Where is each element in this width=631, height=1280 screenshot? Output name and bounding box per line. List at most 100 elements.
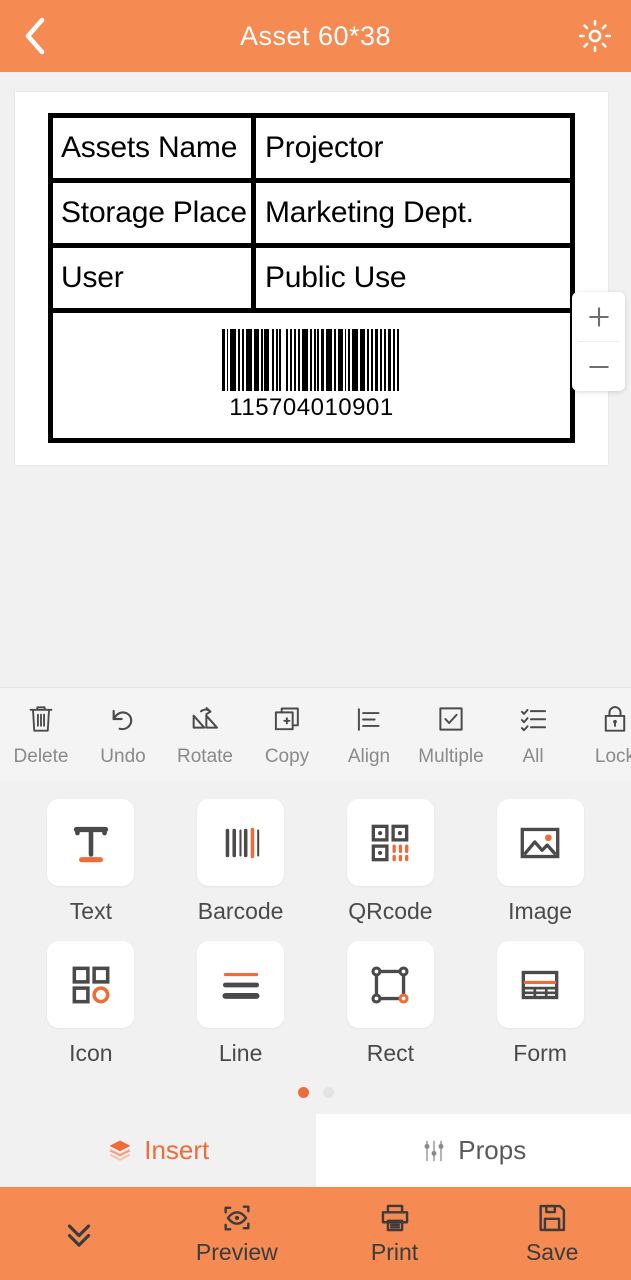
checkbox-icon: [436, 701, 466, 737]
chevron-left-icon: [25, 17, 45, 55]
qrcode-tool-icon: [372, 824, 409, 861]
tool-label: Rect: [366, 1040, 415, 1066]
tab-label: Insert: [144, 1135, 210, 1165]
copy-icon: [272, 701, 303, 737]
editor-canvas-area[interactable]: Assets Name Projector Storage Place Mark…: [0, 72, 631, 688]
toolbar-label: Rotate: [177, 746, 233, 767]
toolbar-item-multiple[interactable]: Multiple: [410, 701, 492, 768]
bottom-label: Save: [525, 1239, 579, 1265]
tool-line[interactable]: Line: [166, 941, 316, 1067]
tool-card[interactable]: [346, 941, 434, 1028]
rect-tool-icon: [371, 965, 409, 1004]
save-button[interactable]: Save: [473, 1201, 631, 1266]
tool-label: Text: [69, 898, 112, 924]
tool-text[interactable]: Text: [16, 799, 166, 925]
panel-page-indicator: [0, 1067, 631, 1114]
zoom-control: [572, 292, 625, 391]
tool-card[interactable]: [47, 941, 135, 1028]
trash-icon: [26, 701, 56, 737]
bottom-action-bar: Preview Print Save: [0, 1187, 631, 1280]
text-tool-icon: [73, 826, 109, 862]
toolbar-item-lock[interactable]: Lock: [574, 701, 631, 768]
label-barcode-object[interactable]: 115704010901: [53, 313, 570, 438]
toolbar-label: Align: [347, 746, 391, 767]
print-button[interactable]: Print: [316, 1201, 474, 1266]
label-sheet[interactable]: Assets Name Projector Storage Place Mark…: [15, 92, 608, 465]
label-field-value[interactable]: Projector: [256, 118, 570, 178]
floppy-save-icon: [539, 1204, 566, 1232]
sliders-icon: [424, 1140, 444, 1161]
preview-eye-icon: [224, 1205, 250, 1231]
toolbar-label: Multiple: [418, 746, 484, 767]
tool-qrcode[interactable]: QRcode: [316, 799, 466, 925]
form-tool-icon: [521, 970, 559, 999]
undo-icon: [107, 701, 139, 737]
zoom-out-button[interactable]: [572, 342, 625, 391]
preview-button[interactable]: Preview: [158, 1201, 316, 1266]
label-field-key[interactable]: Assets Name: [53, 118, 256, 178]
collapse-panel-button[interactable]: [0, 1215, 158, 1253]
back-button[interactable]: [0, 0, 70, 72]
icon-tool-icon: [72, 966, 110, 1003]
zoom-in-button[interactable]: [572, 292, 625, 341]
tab-props[interactable]: Props: [315, 1114, 631, 1187]
minus-icon: [588, 365, 609, 368]
rotate-icon: [189, 701, 221, 737]
tool-card[interactable]: [47, 799, 135, 886]
label-field-value[interactable]: Marketing Dept.: [256, 183, 570, 243]
align-left-icon: [354, 701, 385, 737]
tool-image[interactable]: Image: [465, 799, 615, 925]
toolbar-item-align[interactable]: Align: [328, 701, 410, 768]
toolbar-item-delete[interactable]: Delete: [0, 701, 82, 768]
tool-label: Line: [218, 1040, 263, 1066]
tool-rect[interactable]: Rect: [316, 941, 466, 1067]
bottom-label: Preview: [195, 1239, 278, 1265]
checklist-icon: [518, 701, 549, 737]
tab-insert[interactable]: Insert: [0, 1114, 316, 1187]
image-tool-icon: [520, 827, 560, 858]
label-row[interactable]: User Public Use: [53, 248, 570, 313]
chevron-double-down-icon: [67, 1224, 91, 1247]
toolbar-item-undo[interactable]: Undo: [82, 701, 164, 768]
toolbar-label: Copy: [264, 746, 310, 767]
label-field-key[interactable]: User: [53, 248, 256, 308]
barcode-bars: [221, 329, 402, 391]
barcode-number: 115704010901: [229, 394, 394, 421]
toolbar-item-all[interactable]: All: [492, 701, 574, 768]
toolbar-label: All: [522, 746, 544, 767]
toolbar-label: Delete: [13, 746, 69, 767]
toolbar-item-rotate[interactable]: Rotate: [164, 701, 246, 768]
toolbar-item-copy[interactable]: Copy: [246, 701, 328, 768]
label-editor-app: Asset 60*38 Assets Name Projector Storag…: [0, 0, 631, 1280]
page-dot-active[interactable]: [297, 1087, 309, 1098]
label-row[interactable]: Storage Place Marketing Dept.: [53, 183, 570, 248]
label-field-value[interactable]: Public Use: [256, 248, 570, 308]
tool-label: Image: [508, 898, 573, 924]
tool-card[interactable]: [197, 941, 285, 1028]
tool-label: Barcode: [197, 898, 284, 924]
layers-icon: [109, 1140, 131, 1161]
tool-card[interactable]: [197, 799, 285, 886]
object-toolbar[interactable]: Delete Undo Rotate Copy Align Multiple A…: [0, 688, 631, 781]
toolbar-label: Lock: [594, 746, 631, 767]
tool-icon[interactable]: Icon: [16, 941, 166, 1067]
bottom-label: Print: [370, 1239, 419, 1265]
toolbar-label: Undo: [100, 746, 146, 767]
settings-button[interactable]: [559, 0, 631, 72]
tab-label: Props: [458, 1135, 527, 1165]
barcode-tool-icon: [225, 827, 259, 858]
page-dot[interactable]: [322, 1087, 334, 1098]
line-tool-icon: [222, 972, 260, 999]
label-row[interactable]: Assets Name Projector: [53, 118, 570, 183]
tool-label: QRcode: [348, 898, 433, 924]
tool-card[interactable]: [496, 799, 584, 886]
page-title: Asset 60*38: [239, 20, 392, 51]
label-field-key[interactable]: Storage Place: [53, 183, 256, 243]
tool-form[interactable]: Form: [465, 941, 615, 1067]
tool-card[interactable]: [496, 941, 584, 1028]
gear-icon: [578, 19, 612, 53]
tool-barcode[interactable]: Barcode: [166, 799, 316, 925]
label-design[interactable]: Assets Name Projector Storage Place Mark…: [48, 113, 575, 443]
insert-tool-panel: Text Barcode QRcode Image Icon Line Rect…: [0, 781, 631, 1114]
tool-card[interactable]: [346, 799, 434, 886]
